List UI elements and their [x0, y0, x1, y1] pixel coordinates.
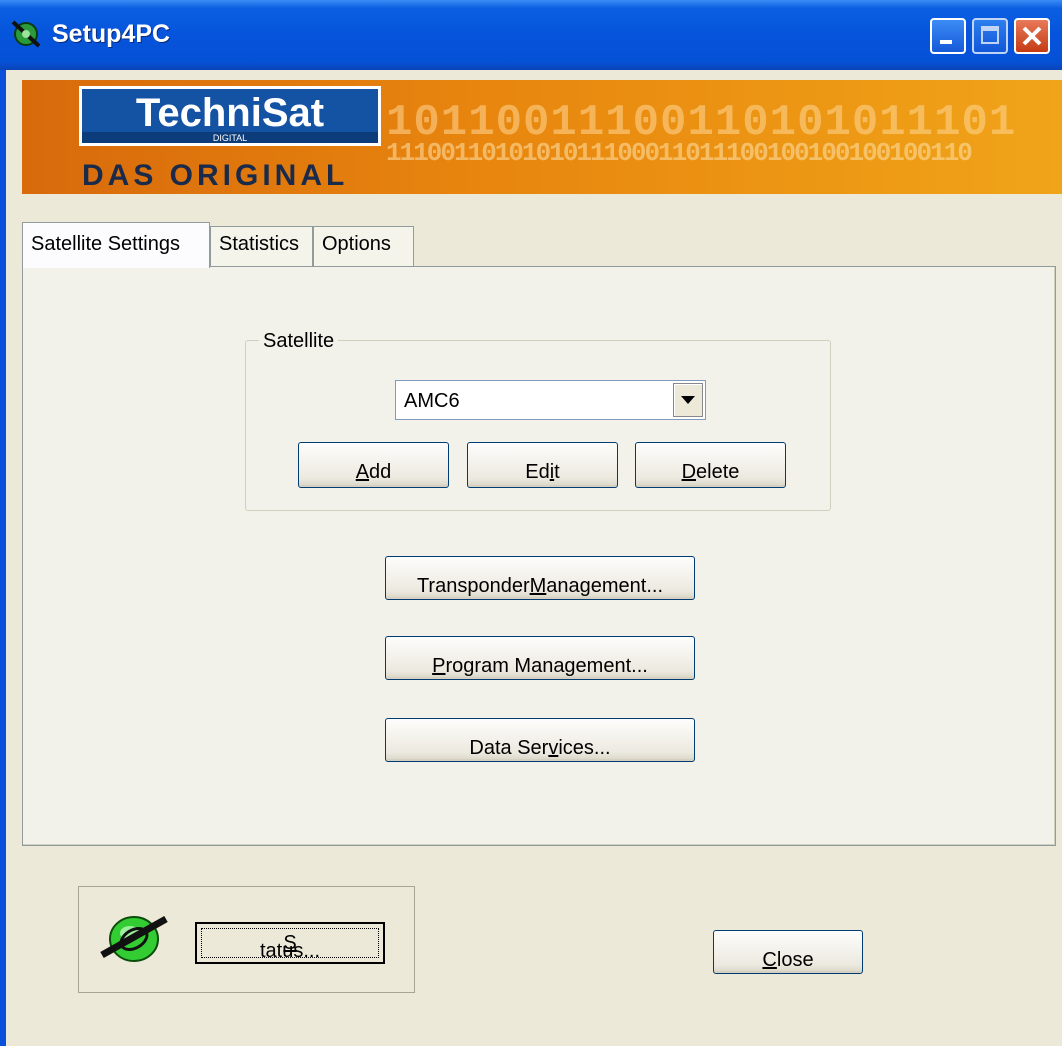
status-button[interactable]: Status... — [195, 922, 385, 964]
technisat-logo: TechniSat DIGITAL DAS ORIGINAL — [79, 86, 381, 190]
add-button[interactable]: Add — [298, 442, 449, 488]
logo-wordmark: TechniSat — [136, 91, 324, 135]
satellite-status-icon — [100, 915, 168, 962]
maximize-button[interactable] — [972, 18, 1008, 54]
technisat-banner: TechniSat DIGITAL DAS ORIGINAL 101100111… — [22, 80, 1062, 194]
minimize-icon — [940, 40, 952, 44]
logo-digital: DIGITAL — [213, 133, 247, 143]
tab-satellite-settings[interactable]: Satellite Settings — [22, 222, 210, 268]
logo-das-original: DAS ORIGINAL — [82, 159, 348, 190]
program-management-button[interactable]: Program Management... — [385, 636, 695, 680]
window-frame-left — [0, 70, 6, 1046]
minimize-button[interactable] — [930, 18, 966, 54]
satellite-select-value: AMC6 — [404, 390, 460, 412]
satellite-select[interactable]: AMC6 — [395, 380, 706, 420]
tab-label: Satellite Settings — [31, 233, 180, 255]
chevron-down-icon — [681, 396, 695, 404]
close-button[interactable]: Close — [713, 930, 863, 974]
close-icon — [1022, 26, 1042, 46]
close-window-button[interactable] — [1014, 18, 1050, 54]
satellite-group-label: Satellite — [259, 330, 339, 353]
title-bar[interactable]: Setup4PC — [0, 0, 1062, 70]
tab-options[interactable]: Options — [313, 226, 414, 266]
transponder-management-button[interactable]: Transponder Management... — [385, 556, 695, 600]
setup4pc-window: Setup4PC TechniSat DIGITAL DAS ORIGINAL … — [0, 0, 1062, 1046]
delete-button[interactable]: Delete — [635, 442, 786, 488]
data-services-button[interactable]: Data Services... — [385, 718, 695, 762]
edit-button[interactable]: Edit — [467, 442, 618, 488]
tab-label: Statistics — [219, 233, 300, 255]
maximize-icon — [981, 26, 999, 44]
window-title: Setup4PC — [52, 20, 171, 48]
banner-binary-small: 1110011010101011100011011100100100100100… — [386, 138, 973, 168]
tab-statistics[interactable]: Statistics — [210, 226, 313, 266]
dropdown-button[interactable] — [673, 383, 703, 417]
satellite-app-icon — [11, 20, 41, 48]
tab-label: Options — [322, 233, 391, 255]
